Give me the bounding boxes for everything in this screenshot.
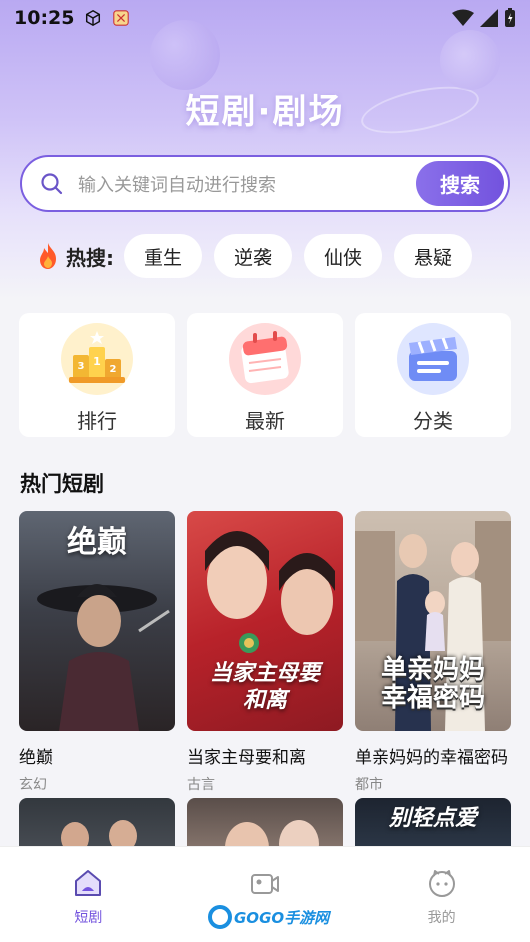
- category-label: 最新: [245, 409, 285, 433]
- drama-poster[interactable]: 单亲妈妈幸福密码: [355, 511, 511, 731]
- flame-icon: [40, 243, 56, 269]
- battery-icon: [505, 8, 515, 27]
- app-notification-icon: [113, 10, 130, 26]
- drama-card[interactable]: 当家主母要和离 当家主母要和离 古言: [187, 511, 343, 794]
- hot-tag-chip[interactable]: 悬疑: [394, 234, 473, 278]
- search-icon: [41, 172, 63, 194]
- watermark-logo-icon: [208, 905, 232, 929]
- category-latest[interactable]: 最新: [187, 313, 343, 437]
- drama-title: 单亲妈妈的幸福密码: [355, 748, 508, 768]
- status-bar: 10:25: [0, 0, 530, 36]
- home-icon: [75, 870, 102, 896]
- category-shortcuts: 1 3 2 排行 最新 分类: [19, 313, 511, 437]
- tab-short-drama[interactable]: 短剧: [0, 847, 177, 942]
- podium-icon: 1 3 2: [61, 323, 133, 395]
- drama-title: 当家主母要和离: [187, 748, 306, 768]
- svg-text:3: 3: [78, 361, 85, 372]
- wifi-icon: [452, 9, 474, 26]
- tab-mine[interactable]: 我的: [353, 847, 530, 942]
- drama-grid: 绝巅 绝巅 玄幻 当家主母要和离 当家主母要和离 古言 单亲妈妈幸福密码 单亲妈…: [19, 511, 511, 794]
- poster-title: 别轻点爱: [388, 805, 477, 831]
- category-label: 分类: [413, 409, 453, 433]
- category-ranking[interactable]: 1 3 2 排行: [19, 313, 175, 437]
- svg-text:2: 2: [110, 364, 117, 375]
- profile-icon: [428, 870, 455, 897]
- cube-icon: [86, 9, 101, 27]
- drama-genre: 古言: [187, 777, 215, 793]
- svg-text:1: 1: [93, 355, 101, 368]
- category-classify[interactable]: 分类: [355, 313, 511, 437]
- search-bar[interactable]: 输入关键词自动进行搜索 搜索: [20, 155, 510, 212]
- clapperboard-icon: [397, 323, 469, 395]
- watermark: GOGO手游网: [208, 905, 329, 929]
- hot-tag-chip[interactable]: 逆袭: [214, 234, 293, 278]
- category-label: 排行: [77, 409, 117, 433]
- hot-search-label: 热搜:: [66, 245, 114, 270]
- poster-title: 当家主母要和离: [209, 660, 320, 713]
- drama-card[interactable]: 单亲妈妈幸福密码 单亲妈妈的幸福密码 都市: [355, 511, 511, 794]
- drama-genre: 玄幻: [19, 777, 47, 793]
- drama-genre: 都市: [355, 777, 383, 793]
- search-input[interactable]: 输入关键词自动进行搜索: [78, 171, 276, 197]
- search-button[interactable]: 搜索: [416, 161, 504, 206]
- tab-label: 短剧: [74, 910, 103, 926]
- calendar-icon: [229, 323, 301, 395]
- planet-decoration: [440, 30, 500, 90]
- drama-poster[interactable]: 当家主母要和离: [187, 511, 343, 731]
- status-time: 10:25: [14, 7, 75, 29]
- signal-icon: [480, 9, 498, 27]
- video-camera-icon: [251, 874, 279, 894]
- drama-poster[interactable]: 绝巅: [19, 511, 175, 731]
- section-title: 热门短剧: [20, 472, 104, 496]
- watermark-text: GOGO手游网: [234, 908, 330, 927]
- drama-title: 绝巅: [19, 748, 53, 768]
- tab-label: 我的: [427, 910, 456, 926]
- drama-card[interactable]: 绝巅 绝巅 玄幻: [19, 511, 175, 794]
- hot-tag-chip[interactable]: 仙侠: [304, 234, 383, 278]
- poster-title: 单亲妈妈幸福密码: [380, 654, 485, 714]
- page-title: 短剧·剧场: [185, 92, 345, 132]
- hot-search-row: 热搜: 重生 逆袭 仙侠 悬疑: [36, 234, 484, 278]
- hot-tag-chip[interactable]: 重生: [124, 234, 203, 278]
- poster-title: 绝巅: [67, 525, 127, 560]
